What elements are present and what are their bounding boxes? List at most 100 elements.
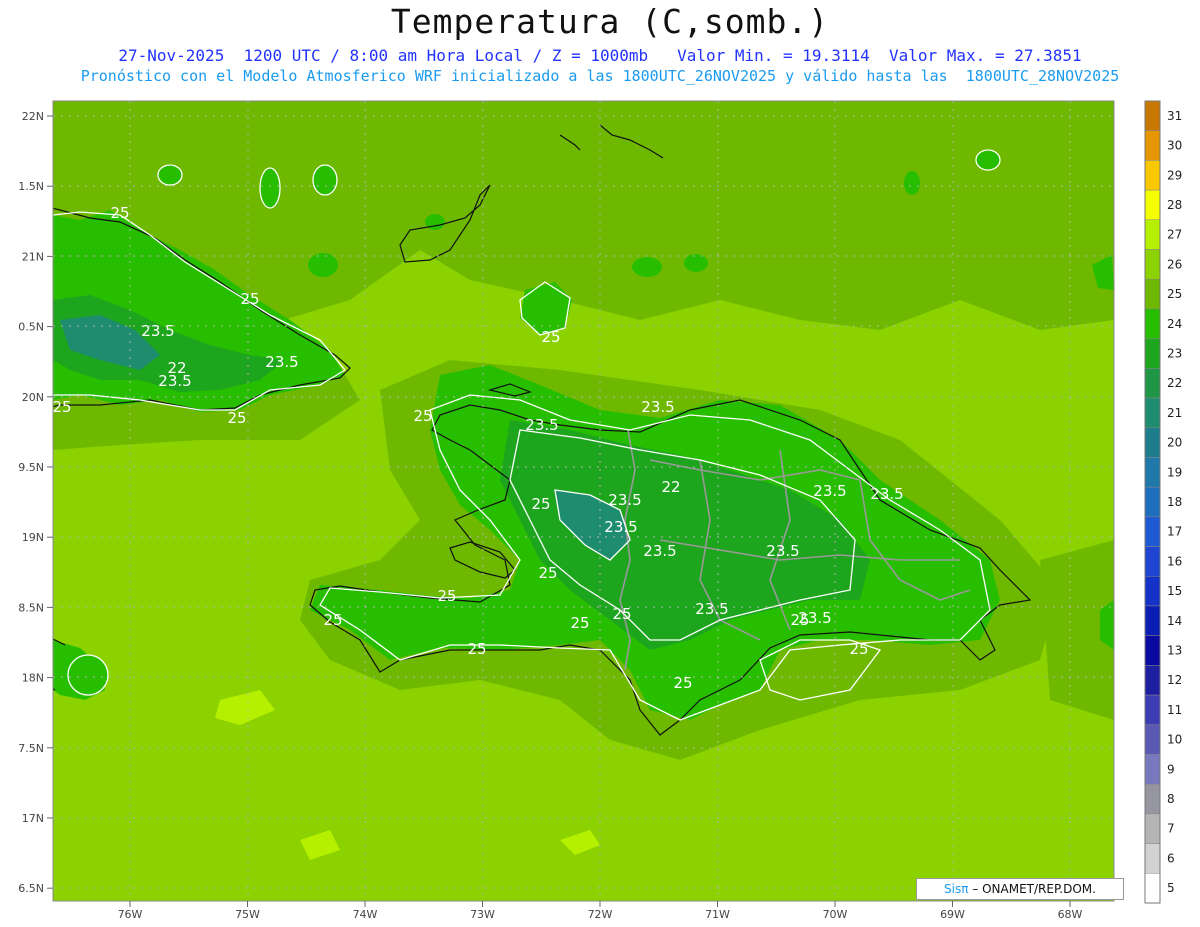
color-bar-swatch: [1144, 754, 1161, 785]
contour-value-label: 25: [240, 290, 259, 308]
latitude-tick-label: 18N: [22, 672, 44, 685]
color-bar-swatch: [1144, 368, 1161, 399]
color-bar-swatch: [1144, 635, 1161, 666]
land-islet-8: [904, 171, 920, 195]
color-bar-label: 30: [1167, 139, 1182, 153]
contour-value-label: 23.5: [766, 542, 799, 560]
color-bar-label: 16: [1167, 554, 1182, 568]
color-bar-label: 11: [1167, 703, 1182, 717]
contour-value-label: 23.5: [643, 542, 676, 560]
color-bar-swatch: [1144, 219, 1161, 250]
contour-value-label: 23.5: [141, 322, 174, 340]
longitude-tick-label: 74W: [353, 908, 378, 921]
land-islet-6: [684, 254, 708, 272]
contour-value-label: 23.5: [608, 491, 641, 509]
longitude-tick-label: 76W: [118, 908, 143, 921]
contour-value-label: 25: [570, 614, 589, 632]
longitude-tick-label: 68W: [1058, 908, 1083, 921]
color-bar-label: 9: [1167, 762, 1175, 776]
color-bar-swatch: [1144, 843, 1161, 874]
map-figure: 22N 1.5N 21N 0.5N 20N 9.5N 19N 8.5N 18N 7.5N 17N 6.…: [18, 100, 1182, 921]
color-bar-label: 24: [1167, 317, 1182, 331]
color-bar-swatch: [1144, 308, 1161, 339]
color-bar-label: 13: [1167, 644, 1182, 658]
latitude-tick-label: 1.5N: [18, 180, 44, 193]
color-bar-label: 21: [1167, 406, 1182, 420]
color-bar-label: 25: [1167, 287, 1182, 301]
color-bar-label: 8: [1167, 792, 1175, 806]
latitude-tick-label: 9.5N: [18, 461, 44, 474]
color-bar-label: 5: [1167, 881, 1175, 895]
color-bar-swatch: [1144, 813, 1161, 844]
latitude-axis: 22N 1.5N 21N 0.5N 20N 9.5N 19N 8.5N 18N 7.5N 17N 6.…: [18, 110, 53, 895]
color-bar-swatch: [1144, 189, 1161, 221]
contour-value-label: 25: [227, 409, 246, 427]
color-bar-label: 12: [1167, 673, 1182, 687]
contour-value-label: 23.5: [813, 482, 846, 500]
credit-onamet: – ONAMET/REP.DOM.: [968, 882, 1096, 896]
color-bar-swatch: [1144, 457, 1161, 488]
color-bar-swatch: [1144, 516, 1161, 547]
color-bar-swatch: [1144, 873, 1161, 904]
color-bar-label: 27: [1167, 228, 1182, 242]
credit-box: Sisπ – ONAMET/REP.DOM.: [916, 878, 1124, 900]
latitude-tick-label: 6.5N: [18, 882, 44, 895]
color-bar-swatch: [1144, 546, 1161, 577]
color-bar-label: 7: [1167, 822, 1175, 836]
color-bar-swatch: [1144, 338, 1161, 369]
latitude-tick-label: 17N: [22, 812, 44, 825]
contour-value-label: 23.5: [525, 416, 558, 434]
longitude-tick-label: 75W: [235, 908, 260, 921]
color-bar-swatch: [1144, 665, 1161, 696]
color-bar-label: 18: [1167, 495, 1182, 509]
latitude-tick-label: 19N: [22, 531, 44, 544]
contour-value-label: 25: [541, 328, 560, 346]
color-bar-swatch: [1144, 427, 1161, 458]
color-bar-swatch: [1144, 783, 1161, 815]
contour-value-label: 23.5: [695, 600, 728, 618]
color-bar-label: 10: [1167, 733, 1182, 747]
color-bar-label: 17: [1167, 525, 1182, 539]
color-bar-swatch: [1144, 249, 1161, 280]
color-bar-label: 23: [1167, 346, 1182, 360]
contour-value-label: 25: [538, 564, 557, 582]
color-bar: 31 30 29 28 27 26 25 24 23 22 21 20 19 18 17 16 15 14 13 12…: [1144, 100, 1182, 904]
color-bar-swatch: [1144, 278, 1161, 310]
contour-value-label: 25: [437, 587, 456, 605]
contour-value-label: 25: [790, 611, 809, 629]
color-bar-label: 31: [1167, 109, 1182, 123]
contour-value-label: 25: [849, 640, 868, 658]
contour-value-label: 25: [673, 674, 692, 692]
color-bar-label: 6: [1167, 851, 1175, 865]
color-bar-label: 26: [1167, 257, 1182, 271]
longitude-tick-label: 71W: [705, 908, 730, 921]
color-bar-swatch: [1144, 605, 1161, 636]
contour-value-label: 25: [52, 398, 71, 416]
latitude-tick-label: 21N: [22, 250, 44, 263]
color-bar-swatch: [1144, 397, 1161, 428]
color-bar-swatch: [1144, 100, 1161, 131]
latitude-tick-label: 0.5N: [18, 321, 44, 334]
contour-value-label: 23.5: [641, 398, 674, 416]
contour-value-label: 25: [323, 611, 342, 629]
color-bar-label: 15: [1167, 584, 1182, 598]
contour-value-label: 23.5: [604, 518, 637, 536]
contour-value-label: 23.5: [265, 353, 298, 371]
longitude-tick-label: 73W: [470, 908, 495, 921]
longitude-tick-label: 72W: [588, 908, 613, 921]
color-bar-label: 28: [1167, 198, 1182, 212]
color-bar-swatch: [1144, 130, 1161, 161]
color-bar-swatch: [1144, 694, 1161, 726]
longitude-tick-label: 69W: [940, 908, 965, 921]
contour-value-label: 22: [661, 478, 680, 496]
color-bar-label: 22: [1167, 376, 1182, 390]
forecast-map-page: Temperatura (C,somb.) 27-Nov-2025 1200 U…: [0, 0, 1200, 927]
contour-value-label: 25: [110, 204, 129, 222]
color-bar-label: 19: [1167, 465, 1182, 479]
color-bar-label: 20: [1167, 436, 1182, 450]
longitude-tick-label: 70W: [823, 908, 848, 921]
land-islet-5: [632, 257, 662, 277]
latitude-tick-label: 7.5N: [18, 742, 44, 755]
contour-value-label: 23.5: [870, 485, 903, 503]
land-islet-4: [308, 253, 338, 277]
